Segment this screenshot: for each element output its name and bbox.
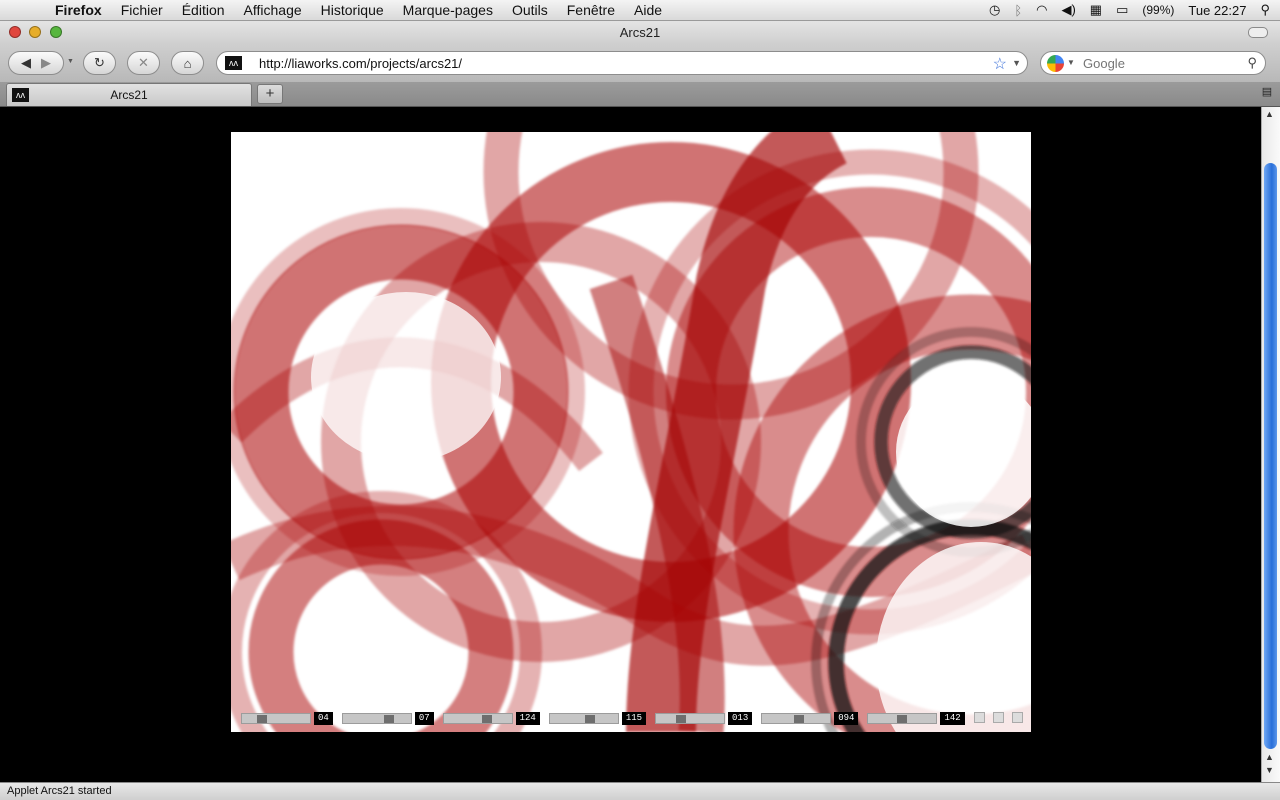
applet-slider-6[interactable]: 094 bbox=[761, 712, 859, 725]
applet-slider-4[interactable]: 115 bbox=[548, 712, 647, 725]
spotlight-icon[interactable]: ⚲ bbox=[1260, 2, 1270, 18]
input-menu-icon[interactable]: ▦ bbox=[1090, 2, 1102, 18]
search-bar: ▼ ⚲ bbox=[1040, 51, 1266, 75]
navigation-toolbar: ◀ ▶ ▼ ↻ ✕ ⌂ ʌʌ http://liaworks.com/proje… bbox=[0, 44, 1280, 82]
slider-track[interactable] bbox=[867, 713, 938, 724]
menu-aide[interactable]: Aide bbox=[634, 2, 662, 18]
wifi-icon[interactable]: ◠ bbox=[1036, 2, 1047, 18]
slider-value: 013 bbox=[728, 712, 753, 725]
forward-icon[interactable]: ▶ bbox=[41, 55, 51, 71]
slider-value: 142 bbox=[940, 712, 965, 725]
bookmark-star-icon[interactable]: ☆ bbox=[993, 54, 1007, 74]
slider-value: 094 bbox=[834, 712, 859, 725]
scroll-up-arrow-icon[interactable]: ▲ bbox=[1265, 752, 1274, 762]
site-favicon-icon: ʌʌ bbox=[225, 56, 242, 70]
slider-thumb[interactable] bbox=[676, 715, 687, 723]
applet-slider-7[interactable]: 142 bbox=[867, 712, 965, 725]
slider-track[interactable] bbox=[442, 713, 513, 724]
url-text[interactable]: http://liaworks.com/projects/arcs21/ bbox=[259, 56, 462, 71]
slider-thumb[interactable] bbox=[584, 715, 595, 723]
applet-controls: 04 07 124 115 013 094 142 bbox=[241, 712, 1031, 725]
toolbar-toggle-button[interactable] bbox=[1248, 27, 1268, 38]
battery-icon[interactable]: ▭ bbox=[1116, 2, 1128, 18]
search-input[interactable] bbox=[1081, 55, 1245, 72]
slider-track[interactable] bbox=[341, 713, 412, 724]
slider-track[interactable] bbox=[761, 713, 832, 724]
status-bar: Applet Arcs21 started bbox=[0, 782, 1280, 800]
applet-slider-5[interactable]: 013 bbox=[655, 712, 753, 725]
menu-outils[interactable]: Outils bbox=[512, 2, 548, 18]
search-icon[interactable]: ⚲ bbox=[1247, 55, 1257, 71]
time-machine-icon[interactable]: ◷ bbox=[989, 2, 1000, 18]
back-forward-group: ◀ ▶ bbox=[8, 51, 64, 75]
battery-percent: (99%) bbox=[1142, 3, 1175, 17]
slider-value: 04 bbox=[314, 712, 333, 725]
menu-fichier[interactable]: Fichier bbox=[121, 2, 163, 18]
window-title-bar: Arcs21 bbox=[0, 21, 1280, 44]
scrollbar-thumb[interactable] bbox=[1264, 163, 1277, 749]
stop-button[interactable]: ✕ bbox=[127, 51, 160, 75]
arcs-artwork bbox=[231, 132, 1031, 732]
slider-value: 124 bbox=[515, 712, 540, 725]
applet-slider-1[interactable]: 04 bbox=[241, 712, 333, 725]
applet-toggle-2[interactable] bbox=[992, 712, 1004, 723]
slider-value: 115 bbox=[621, 712, 647, 725]
menu-app-name[interactable]: Firefox bbox=[55, 2, 102, 18]
menu-edition[interactable]: Édition bbox=[182, 2, 225, 18]
window-title: Arcs21 bbox=[619, 25, 661, 40]
menu-fenetre[interactable]: Fenêtre bbox=[567, 2, 615, 18]
slider-track[interactable] bbox=[548, 713, 619, 724]
url-dropdown-icon[interactable]: ▼ bbox=[1012, 58, 1021, 68]
slider-thumb[interactable] bbox=[383, 715, 394, 723]
applet-slider-3[interactable]: 124 bbox=[442, 712, 540, 725]
slider-track[interactable] bbox=[241, 713, 311, 724]
menu-status-area: ◷ ᛒ ◠ ◀) ▦ ▭ (99%) Tue 22:27 ⚲ bbox=[989, 2, 1270, 18]
list-all-tabs-icon[interactable]: ▤ bbox=[1258, 85, 1276, 103]
reload-button[interactable]: ↻ bbox=[83, 51, 116, 75]
slider-value: 07 bbox=[414, 712, 434, 725]
page-content: 04 07 124 115 013 094 142 bbox=[0, 107, 1261, 782]
home-button[interactable]: ⌂ bbox=[171, 51, 204, 75]
vertical-scrollbar[interactable]: ▲ ▲ ▼ bbox=[1261, 107, 1280, 782]
applet-toggle-1[interactable] bbox=[973, 712, 985, 723]
back-icon[interactable]: ◀ bbox=[21, 55, 31, 71]
volume-icon[interactable]: ◀) bbox=[1061, 2, 1075, 18]
slider-track[interactable] bbox=[655, 713, 726, 724]
reload-icon: ↻ bbox=[94, 55, 105, 70]
tab-arcs21[interactable]: ʌʌ Arcs21 bbox=[6, 83, 252, 106]
new-tab-button[interactable]: + bbox=[257, 84, 283, 104]
applet-toggle-3[interactable] bbox=[1011, 712, 1023, 723]
search-engine-dropdown-icon[interactable]: ▼ bbox=[1067, 58, 1075, 67]
stop-icon: ✕ bbox=[138, 55, 149, 70]
menu-marque-pages[interactable]: Marque-pages bbox=[403, 2, 493, 18]
arcs21-applet[interactable]: 04 07 124 115 013 094 142 bbox=[231, 132, 1031, 732]
tab-title: Arcs21 bbox=[110, 88, 148, 102]
menu-list: Firefox Fichier Édition Affichage Histor… bbox=[55, 2, 662, 18]
negative-space bbox=[311, 292, 501, 462]
menu-affichage[interactable]: Affichage bbox=[244, 2, 302, 18]
search-engine-icon[interactable] bbox=[1047, 55, 1064, 72]
menu-bar: Firefox Fichier Édition Affichage Histor… bbox=[0, 0, 1280, 21]
status-text: Applet Arcs21 started bbox=[7, 785, 112, 797]
bluetooth-icon[interactable]: ᛒ bbox=[1014, 3, 1022, 18]
slider-thumb[interactable] bbox=[794, 715, 805, 723]
scroll-down-icon[interactable]: ▼ bbox=[1265, 765, 1274, 775]
slider-thumb[interactable] bbox=[897, 715, 908, 723]
home-icon: ⌂ bbox=[183, 55, 192, 71]
tab-strip: ʌʌ Arcs21 + ▤ bbox=[0, 82, 1280, 107]
scroll-up-icon[interactable]: ▲ bbox=[1265, 109, 1274, 119]
url-bar[interactable]: ʌʌ http://liaworks.com/projects/arcs21/ … bbox=[216, 51, 1028, 75]
applet-slider-2[interactable]: 07 bbox=[341, 712, 434, 725]
slider-thumb[interactable] bbox=[257, 715, 267, 723]
menu-historique[interactable]: Historique bbox=[321, 2, 384, 18]
slider-thumb[interactable] bbox=[481, 715, 492, 723]
clock[interactable]: Tue 22:27 bbox=[1188, 3, 1246, 18]
history-dropdown-icon[interactable]: ▼ bbox=[67, 58, 74, 65]
